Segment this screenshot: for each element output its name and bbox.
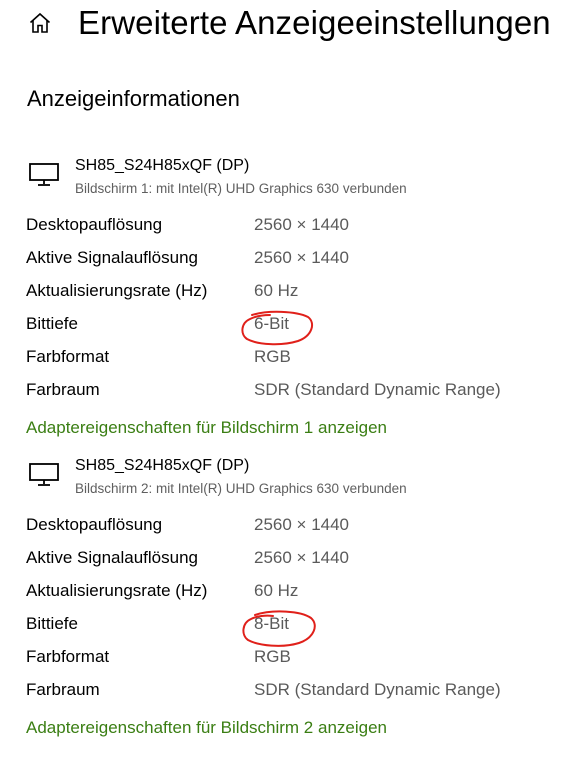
detail-row-color-space: Farbraum SDR (Standard Dynamic Range) (26, 380, 566, 413)
detail-label: Aktive Signalauflösung (26, 248, 199, 267)
monitor-details: Desktopauflösung 2560 × 1440 Aktive Sign… (26, 515, 566, 713)
detail-label: Desktopauflösung (26, 215, 163, 234)
detail-row-active-signal-resolution: Aktive Signalauflösung 2560 × 1440 (26, 248, 566, 281)
detail-label: Farbformat (26, 347, 110, 366)
section-title: Anzeigeinformationen (27, 86, 240, 111)
detail-row-color-format: Farbformat RGB (26, 347, 566, 380)
detail-label: Aktualisierungsrate (Hz) (26, 281, 208, 300)
detail-value: SDR (Standard Dynamic Range) (254, 680, 501, 699)
detail-row-bit-depth: Bittiefe 6-Bit (26, 314, 566, 347)
detail-value: 2560 × 1440 (254, 515, 350, 534)
monitor-name: SH85_S24H85xQF (DP) (75, 157, 250, 174)
monitor-info-1: SH85_S24H85xQF (DP) Bildschirm 1: mit In… (26, 157, 566, 437)
detail-value: 2560 × 1440 (254, 215, 350, 234)
monitor-icon (29, 463, 59, 486)
detail-value: 8-Bit (254, 614, 289, 633)
adapter-properties-link[interactable]: Adaptereigenschaften für Bildschirm 2 an… (26, 718, 387, 738)
detail-row-color-format: Farbformat RGB (26, 647, 566, 680)
monitor-subtitle: Bildschirm 2: mit Intel(R) UHD Graphics … (75, 481, 407, 496)
monitor-info-2: SH85_S24H85xQF (DP) Bildschirm 2: mit In… (26, 457, 566, 737)
page-title: Erweiterte Anzeigeeinstellungen (78, 4, 551, 41)
detail-value: 60 Hz (254, 281, 299, 300)
page-header: Erweiterte Anzeigeeinstellungen (28, 0, 551, 46)
detail-row-bit-depth: Bittiefe 8-Bit (26, 614, 566, 647)
detail-value: SDR (Standard Dynamic Range) (254, 380, 501, 399)
detail-label: Aktive Signalauflösung (26, 548, 199, 567)
detail-label: Aktualisierungsrate (Hz) (26, 581, 208, 600)
adapter-properties-link[interactable]: Adaptereigenschaften für Bildschirm 1 an… (26, 418, 387, 438)
detail-label: Farbformat (26, 647, 110, 666)
detail-label: Bittiefe (26, 314, 78, 333)
monitor-details: Desktopauflösung 2560 × 1440 Aktive Sign… (26, 215, 566, 413)
detail-row-active-signal-resolution: Aktive Signalauflösung 2560 × 1440 (26, 548, 566, 581)
detail-row-desktop-resolution: Desktopauflösung 2560 × 1440 (26, 515, 566, 548)
monitor-header: SH85_S24H85xQF (DP) Bildschirm 1: mit In… (26, 157, 566, 203)
detail-row-color-space: Farbraum SDR (Standard Dynamic Range) (26, 680, 566, 713)
detail-label: Bittiefe (26, 614, 78, 633)
detail-value: 6-Bit (254, 314, 289, 333)
detail-value: RGB (254, 347, 291, 366)
detail-label: Desktopauflösung (26, 515, 163, 534)
home-icon[interactable] (28, 11, 52, 35)
detail-label: Farbraum (26, 680, 100, 699)
detail-row-refresh-rate: Aktualisierungsrate (Hz) 60 Hz (26, 581, 566, 614)
monitor-header: SH85_S24H85xQF (DP) Bildschirm 2: mit In… (26, 457, 566, 503)
detail-value: 60 Hz (254, 581, 299, 600)
detail-value: 2560 × 1440 (254, 248, 350, 267)
detail-label: Farbraum (26, 380, 100, 399)
detail-value: RGB (254, 647, 291, 666)
monitor-subtitle: Bildschirm 1: mit Intel(R) UHD Graphics … (75, 181, 407, 196)
monitor-name: SH85_S24H85xQF (DP) (75, 457, 250, 474)
monitor-icon (29, 163, 59, 186)
detail-row-refresh-rate: Aktualisierungsrate (Hz) 60 Hz (26, 281, 566, 314)
detail-row-desktop-resolution: Desktopauflösung 2560 × 1440 (26, 215, 566, 248)
detail-value: 2560 × 1440 (254, 548, 350, 567)
